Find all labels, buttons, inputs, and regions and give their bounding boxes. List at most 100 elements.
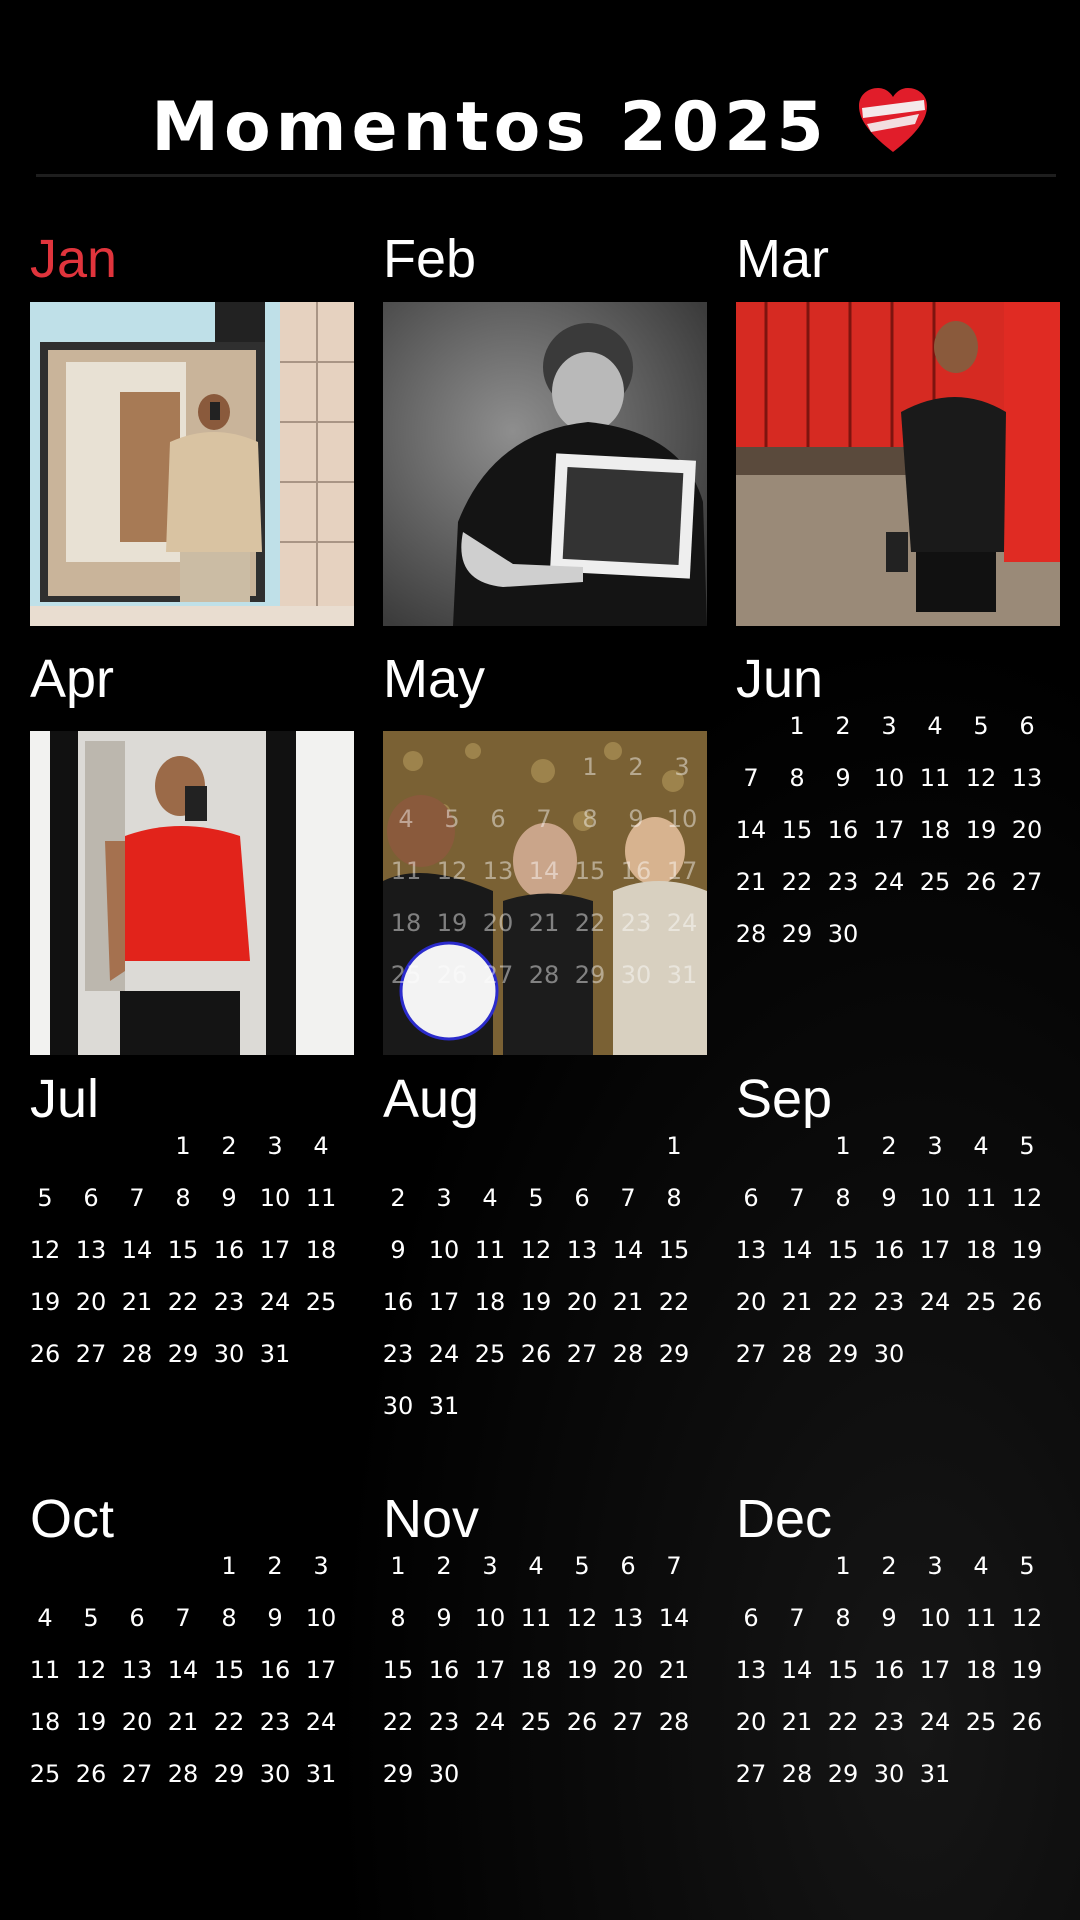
day-cell[interactable]: [774, 1540, 820, 1592]
day-cell[interactable]: 27: [728, 1748, 774, 1800]
day-cell[interactable]: 5: [1004, 1540, 1050, 1592]
day-cell[interactable]: 10: [912, 1172, 958, 1224]
day-cell[interactable]: [774, 1120, 820, 1172]
day-cell[interactable]: 19: [559, 1644, 605, 1696]
day-cell[interactable]: 29: [820, 1748, 866, 1800]
day-cell[interactable]: 19: [1004, 1224, 1050, 1276]
day-cell[interactable]: 5: [1004, 1120, 1050, 1172]
day-cell[interactable]: 18: [22, 1696, 68, 1748]
day-cell[interactable]: [114, 1120, 160, 1172]
day-cell[interactable]: 16: [866, 1224, 912, 1276]
day-cell[interactable]: 23: [866, 1276, 912, 1328]
overlay-day-cell[interactable]: 8: [567, 793, 613, 845]
day-cell[interactable]: 25: [298, 1276, 344, 1328]
day-cell[interactable]: 30: [820, 908, 866, 960]
day-cell[interactable]: 15: [206, 1644, 252, 1696]
day-cell[interactable]: 10: [912, 1592, 958, 1644]
day-cell[interactable]: 29: [375, 1748, 421, 1800]
day-cell[interactable]: 6: [114, 1592, 160, 1644]
day-cell[interactable]: 13: [1004, 752, 1050, 804]
day-cell[interactable]: 1: [375, 1540, 421, 1592]
day-cell[interactable]: 3: [912, 1540, 958, 1592]
day-cell[interactable]: 23: [252, 1696, 298, 1748]
day-cell[interactable]: 24: [866, 856, 912, 908]
day-cell[interactable]: 20: [605, 1644, 651, 1696]
day-cell[interactable]: 12: [513, 1224, 559, 1276]
day-cell[interactable]: 27: [559, 1328, 605, 1380]
day-cell[interactable]: 28: [605, 1328, 651, 1380]
day-cell[interactable]: 7: [114, 1172, 160, 1224]
day-cell[interactable]: 31: [912, 1748, 958, 1800]
day-cell[interactable]: 16: [866, 1644, 912, 1696]
day-cell[interactable]: 24: [912, 1276, 958, 1328]
day-cell[interactable]: [559, 1120, 605, 1172]
overlay-day-cell[interactable]: 11: [383, 845, 429, 897]
day-cell[interactable]: 13: [728, 1224, 774, 1276]
day-cell[interactable]: 18: [298, 1224, 344, 1276]
day-cell[interactable]: 15: [375, 1644, 421, 1696]
day-cell[interactable]: 9: [820, 752, 866, 804]
day-cell[interactable]: 6: [68, 1172, 114, 1224]
day-cell[interactable]: 5: [958, 700, 1004, 752]
day-cell[interactable]: 4: [912, 700, 958, 752]
day-cell[interactable]: 3: [866, 700, 912, 752]
overlay-day-cell[interactable]: [521, 741, 567, 793]
day-cell[interactable]: 7: [160, 1592, 206, 1644]
overlay-day-cell[interactable]: 15: [567, 845, 613, 897]
day-cell[interactable]: 11: [298, 1172, 344, 1224]
day-cell[interactable]: 28: [651, 1696, 697, 1748]
overlay-day-cell[interactable]: 19: [429, 897, 475, 949]
day-cell[interactable]: 8: [820, 1592, 866, 1644]
day-cell[interactable]: 20: [728, 1276, 774, 1328]
day-cell[interactable]: 23: [375, 1328, 421, 1380]
day-cell[interactable]: 21: [728, 856, 774, 908]
day-cell[interactable]: 15: [160, 1224, 206, 1276]
day-cell[interactable]: 28: [160, 1748, 206, 1800]
day-cell[interactable]: 4: [467, 1172, 513, 1224]
day-cell[interactable]: 26: [22, 1328, 68, 1380]
day-cell[interactable]: 12: [68, 1644, 114, 1696]
day-cell[interactable]: 3: [252, 1120, 298, 1172]
day-cell[interactable]: 9: [375, 1224, 421, 1276]
day-cell[interactable]: 4: [958, 1540, 1004, 1592]
day-cell[interactable]: 19: [68, 1696, 114, 1748]
day-cell[interactable]: [513, 1120, 559, 1172]
day-cell[interactable]: 27: [68, 1328, 114, 1380]
day-cell[interactable]: 4: [22, 1592, 68, 1644]
day-cell[interactable]: 30: [421, 1748, 467, 1800]
day-cell[interactable]: 24: [912, 1696, 958, 1748]
day-cell[interactable]: 18: [467, 1276, 513, 1328]
day-cell[interactable]: 1: [206, 1540, 252, 1592]
overlay-day-cell[interactable]: 9: [613, 793, 659, 845]
day-cell[interactable]: 29: [160, 1328, 206, 1380]
day-cell[interactable]: 17: [912, 1644, 958, 1696]
day-cell[interactable]: 10: [866, 752, 912, 804]
day-cell[interactable]: 20: [728, 1696, 774, 1748]
day-cell[interactable]: 22: [206, 1696, 252, 1748]
day-cell[interactable]: 13: [559, 1224, 605, 1276]
day-cell[interactable]: 4: [298, 1120, 344, 1172]
day-cell[interactable]: [421, 1120, 467, 1172]
overlay-day-cell[interactable]: [475, 741, 521, 793]
overlay-day-cell[interactable]: 17: [659, 845, 705, 897]
day-cell[interactable]: 16: [252, 1644, 298, 1696]
overlay-day-cell[interactable]: 2: [613, 741, 659, 793]
day-cell[interactable]: 8: [820, 1172, 866, 1224]
day-cell[interactable]: 9: [421, 1592, 467, 1644]
day-cell[interactable]: 11: [513, 1592, 559, 1644]
day-cell[interactable]: 18: [958, 1224, 1004, 1276]
day-cell[interactable]: [22, 1120, 68, 1172]
overlay-day-cell[interactable]: 20: [475, 897, 521, 949]
day-cell[interactable]: 23: [206, 1276, 252, 1328]
day-cell[interactable]: 27: [114, 1748, 160, 1800]
day-cell[interactable]: 27: [605, 1696, 651, 1748]
day-cell[interactable]: 15: [774, 804, 820, 856]
month-photo-mar[interactable]: [736, 302, 1060, 626]
day-cell[interactable]: 17: [912, 1224, 958, 1276]
overlay-day-cell[interactable]: 26: [429, 949, 475, 1001]
day-cell[interactable]: 14: [160, 1644, 206, 1696]
day-cell[interactable]: [728, 1120, 774, 1172]
day-cell[interactable]: 6: [1004, 700, 1050, 752]
overlay-day-cell[interactable]: 30: [613, 949, 659, 1001]
day-cell[interactable]: 29: [820, 1328, 866, 1380]
